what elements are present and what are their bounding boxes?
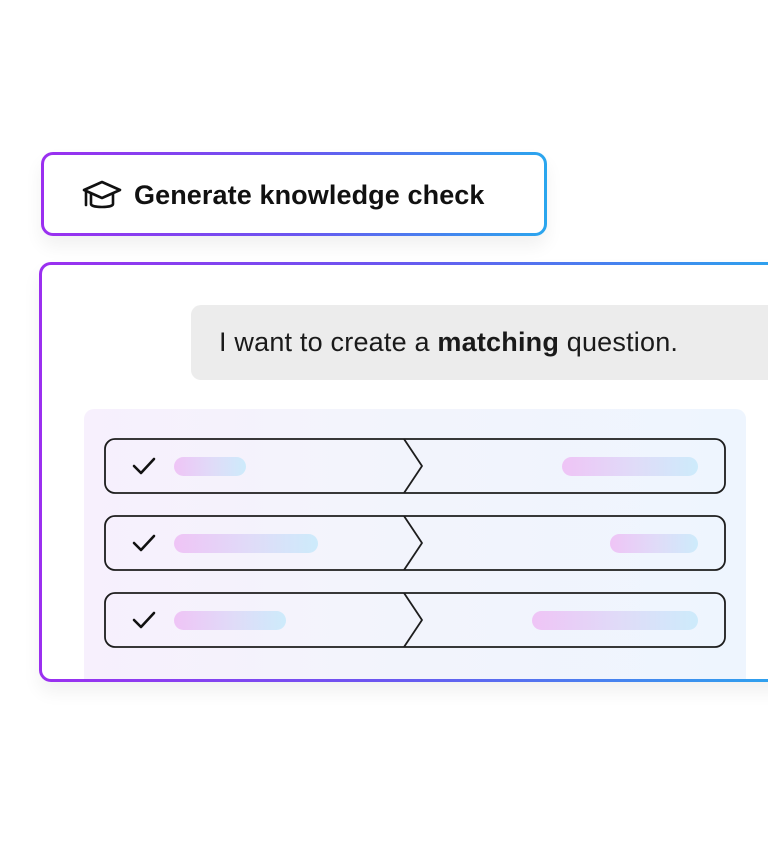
check-icon [132,457,156,475]
left-item-placeholder [174,534,318,553]
chat-message-text: I want to create a matching question. [219,327,678,358]
check-icon [132,534,156,552]
graduation-cap-icon [82,180,122,209]
generate-knowledge-check-button[interactable]: Generate knowledge check [41,152,547,236]
matching-question-preview [84,409,746,679]
knowledge-check-panel: I want to create a matching question. [39,262,768,682]
matching-row[interactable] [104,515,726,571]
matching-row[interactable] [104,438,726,494]
left-item-placeholder [174,457,246,476]
generate-button-surface[interactable]: Generate knowledge check [44,155,544,233]
chat-message-bubble: I want to create a matching question. [191,305,768,380]
check-icon [132,611,156,629]
chat-text-after: question. [559,327,679,357]
right-item-placeholder [532,611,698,630]
matching-row[interactable] [104,592,726,648]
left-item-placeholder [174,611,286,630]
generate-button-label: Generate knowledge check [134,180,485,210]
chat-text-bold: matching [437,327,560,357]
right-item-placeholder [562,457,698,476]
right-item-placeholder [610,534,698,553]
chat-text-before: I want to create a [219,327,438,357]
panel-surface: I want to create a matching question. [42,265,768,679]
